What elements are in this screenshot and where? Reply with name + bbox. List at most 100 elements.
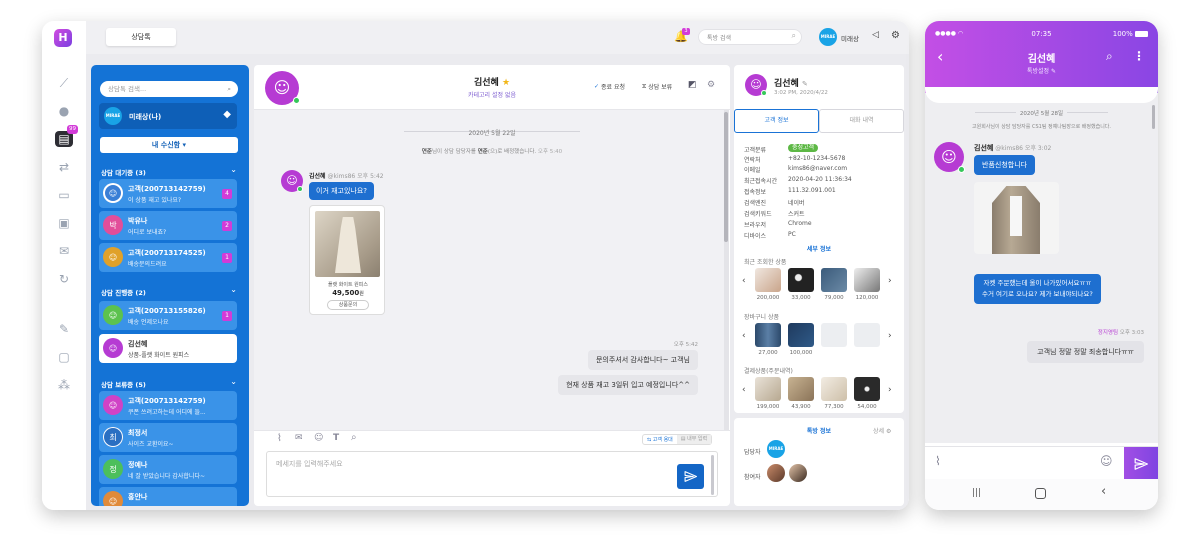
inbox-filter-button[interactable]: 내 수신함 ▾ (100, 137, 238, 153)
home-icon[interactable] (1035, 488, 1046, 499)
room-name: 김선혜 (128, 340, 148, 348)
cart-product-thumb[interactable] (755, 323, 781, 347)
mobile-send-button[interactable] (1124, 447, 1158, 480)
keyboard-icon[interactable]: ▭ (55, 187, 73, 203)
settings-icon[interactable]: ⚙ (707, 80, 715, 90)
scroll-thumb[interactable] (724, 112, 728, 242)
recent-price: 79,000 (824, 295, 844, 301)
mail-icon[interactable]: ✉ (55, 243, 73, 259)
product-inquiry-button[interactable]: 상품문의 (327, 300, 369, 310)
paid-product-thumb[interactable] (755, 377, 781, 401)
settings-icon[interactable]: ⚙ (891, 30, 900, 41)
chevron-right-icon[interactable]: › (888, 385, 892, 395)
end-request-button[interactable]: ✓ 종료 요청 (594, 82, 625, 91)
room-item[interactable]: 박 박유나 어디로 보내죠? 2 (99, 211, 237, 240)
dashboard-icon[interactable]: ⟋ (55, 75, 73, 91)
emoji-icon[interactable]: ☺ (314, 433, 323, 443)
room-item[interactable]: ☺ 고객(200713155826) 배송 언제오나요 1 (99, 301, 237, 330)
back-nav-icon[interactable]: ‹ (1101, 484, 1106, 499)
message-input[interactable]: 메세지를 입력해주세요 (266, 451, 718, 497)
chat-scrollbar[interactable] (724, 110, 729, 430)
cart-empty-slot (821, 323, 847, 347)
app-logo[interactable]: H (54, 29, 72, 47)
chevron-down-icon[interactable]: ⌄ (230, 377, 237, 386)
chevron-left-icon[interactable]: ‹ (742, 331, 746, 341)
detail-link[interactable]: 세부 정보 (734, 244, 904, 253)
transfer-icon[interactable]: ⇄ (55, 159, 73, 175)
paid-product-thumb[interactable] (788, 377, 814, 401)
tools-icon[interactable]: ✎ (55, 321, 73, 337)
customer-handle: @kims86 (327, 173, 356, 180)
user-avatar[interactable]: MIRAE (819, 28, 837, 46)
mobile-customer-message-2: 자켓 주문했는데 올이 나가있어서요ㅠㅠ 수거 여기로 오나요? 제가 보내야되… (974, 274, 1101, 304)
room-item[interactable]: ☺ 고객(200713174525) 배송문의드려요 1 (99, 243, 237, 272)
cart-product-thumb[interactable] (788, 323, 814, 347)
recent-apps-icon[interactable]: ||| (972, 488, 981, 498)
unread-badge: 2 (222, 221, 232, 231)
chevron-left-icon[interactable]: ‹ (742, 276, 746, 286)
chevron-right-icon[interactable]: › (888, 331, 892, 341)
room-item[interactable]: 최 최정서 사이즈 교환이요~ (99, 423, 237, 452)
mobile-subtitle-row[interactable]: 톡방설정 ✎ (925, 66, 1158, 75)
room-list-search[interactable]: 상담톡 검색... ⌕ (100, 81, 238, 97)
volume-icon[interactable]: ◁ (872, 30, 879, 40)
tab-chat-history[interactable]: 대화 내역 (819, 109, 904, 133)
group-title-active[interactable]: 상담 진행중 (2) (101, 287, 146, 297)
room-item[interactable]: ☺ 홍안나 (99, 487, 237, 506)
chevron-left-icon[interactable]: ‹ (742, 385, 746, 395)
edit-icon[interactable]: ✎ (802, 80, 808, 88)
send-button[interactable] (677, 464, 704, 489)
chevron-down-icon[interactable]: ⌄ (230, 285, 237, 294)
jacket-photo[interactable] (974, 182, 1059, 254)
more-icon[interactable]: ⋮ (1133, 49, 1145, 63)
mode-internal[interactable]: ▤ 내부 입력 (676, 435, 712, 444)
mail-icon[interactable]: ✉ (295, 433, 303, 443)
chevron-right-icon[interactable]: › (888, 276, 892, 286)
mobile-chat-area[interactable]: 2020년 5월 28일 고원회사님이 상담 담당자를 CS1팀 정예나팀장으로… (925, 87, 1158, 443)
monitor-icon[interactable]: ▣ (55, 215, 73, 231)
hold-button[interactable]: ⧖ 상담 보류 (642, 82, 672, 92)
tab-consult-talk[interactable]: 상담톡 (106, 28, 176, 46)
org-icon[interactable]: ⁂ (55, 377, 73, 393)
input-scrollbar[interactable] (711, 455, 714, 495)
share-icon[interactable]: ◩ (688, 80, 697, 90)
recent-product-thumb[interactable] (854, 268, 880, 292)
attach-icon[interactable]: ⌇ (277, 433, 282, 444)
chat-messages[interactable]: 2020년 5월 22일 연준님이 상담 담당자를 연준(으)로 배정했습니다.… (254, 110, 724, 430)
room-item-selected[interactable]: ☺ 김선혜 상품-플랫 화이트 원피스 (99, 334, 237, 363)
room-detail-link[interactable]: 상세 ⚙ (873, 426, 891, 435)
star-icon[interactable]: ★ (502, 78, 510, 88)
emoji-icon[interactable]: ☺ (1100, 454, 1113, 468)
users-icon[interactable]: ● (55, 103, 73, 119)
text-format-icon[interactable]: T (333, 433, 339, 443)
room-search-input[interactable]: 톡방 검색 ⌕ (698, 29, 802, 45)
history-icon[interactable]: ↻ (55, 271, 73, 287)
search-icon[interactable]: ⌕ (351, 432, 357, 443)
room-item[interactable]: ☺ 고객(200713142759) 이 상품 재고 있나요? 4 (99, 179, 237, 208)
manager-avatar[interactable]: MIRAE (767, 440, 785, 458)
participant-avatar[interactable] (789, 464, 807, 482)
group-title-waiting[interactable]: 상담 대기중 (3) (101, 167, 146, 177)
paint-icon[interactable]: ◆ (223, 109, 231, 120)
mode-customer[interactable]: ⇆ 고객 용대 (643, 436, 677, 443)
room-item[interactable]: 정 정예나 네 잘 받았습니다 감사합니다~ (99, 455, 237, 484)
recent-product-thumb[interactable] (821, 268, 847, 292)
tab-customer-info[interactable]: 고객 정보 (734, 109, 819, 133)
recent-product-thumb[interactable] (788, 268, 814, 292)
input-mode-toggle[interactable]: ⇆ 고객 용대 ▤ 내부 입력 (642, 434, 713, 445)
product-card[interactable]: 플랫 화이트 원피스 49,500원 상품문의 (309, 205, 385, 315)
recent-product-thumb[interactable] (755, 268, 781, 292)
paid-product-thumb[interactable] (821, 377, 847, 401)
participant-label: 참여자 (744, 474, 761, 481)
paid-product-thumb[interactable] (854, 377, 880, 401)
room-item[interactable]: ☺ 고객(200713142759) 쿠폰 쓰려고하는데 어디에 들... (99, 391, 237, 420)
chevron-down-icon[interactable]: ⌄ (230, 165, 237, 174)
chat-category[interactable]: 카테고리 설정 없음 (254, 90, 730, 99)
participant-avatar[interactable] (767, 464, 785, 482)
my-account-row[interactable]: MIRAE 미래상(나) ◆ (99, 103, 237, 129)
search-icon[interactable]: ⌕ (1106, 49, 1113, 64)
profile-icon[interactable]: ▢ (55, 349, 73, 365)
attach-icon[interactable]: ⌇ (935, 454, 941, 468)
mobile-scrollbar[interactable] (1152, 105, 1155, 129)
group-title-hold[interactable]: 상담 보류중 (5) (101, 379, 146, 389)
